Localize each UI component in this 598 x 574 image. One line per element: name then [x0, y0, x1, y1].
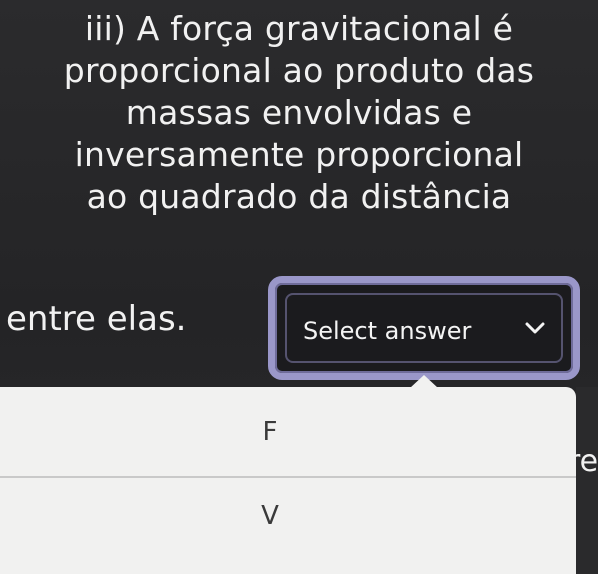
partially-hidden-text: re — [568, 444, 598, 479]
option-label: F — [262, 417, 278, 447]
chevron-down-icon — [525, 322, 545, 334]
question-line: massas envolvidas e — [125, 93, 473, 132]
option-f[interactable]: F — [0, 395, 576, 475]
option-divider — [0, 476, 576, 478]
select-label: Select answer — [303, 317, 472, 345]
question-line: iii) A força gravitacional é — [84, 9, 514, 48]
answer-dropdown-list: F V — [0, 387, 576, 574]
question-line: proporcional ao produto das — [63, 51, 535, 90]
question-trailing-text: entre elas. — [6, 299, 187, 339]
option-v[interactable]: V — [0, 477, 576, 557]
question-line: inversamente proporcional — [74, 135, 524, 174]
answer-select[interactable]: Select answer — [268, 276, 580, 380]
background-strip — [576, 387, 598, 574]
question-line: ao quadrado da distância — [86, 177, 512, 216]
option-label: V — [261, 501, 279, 531]
question-text: iii) A força gravitacional é proporciona… — [0, 8, 598, 218]
